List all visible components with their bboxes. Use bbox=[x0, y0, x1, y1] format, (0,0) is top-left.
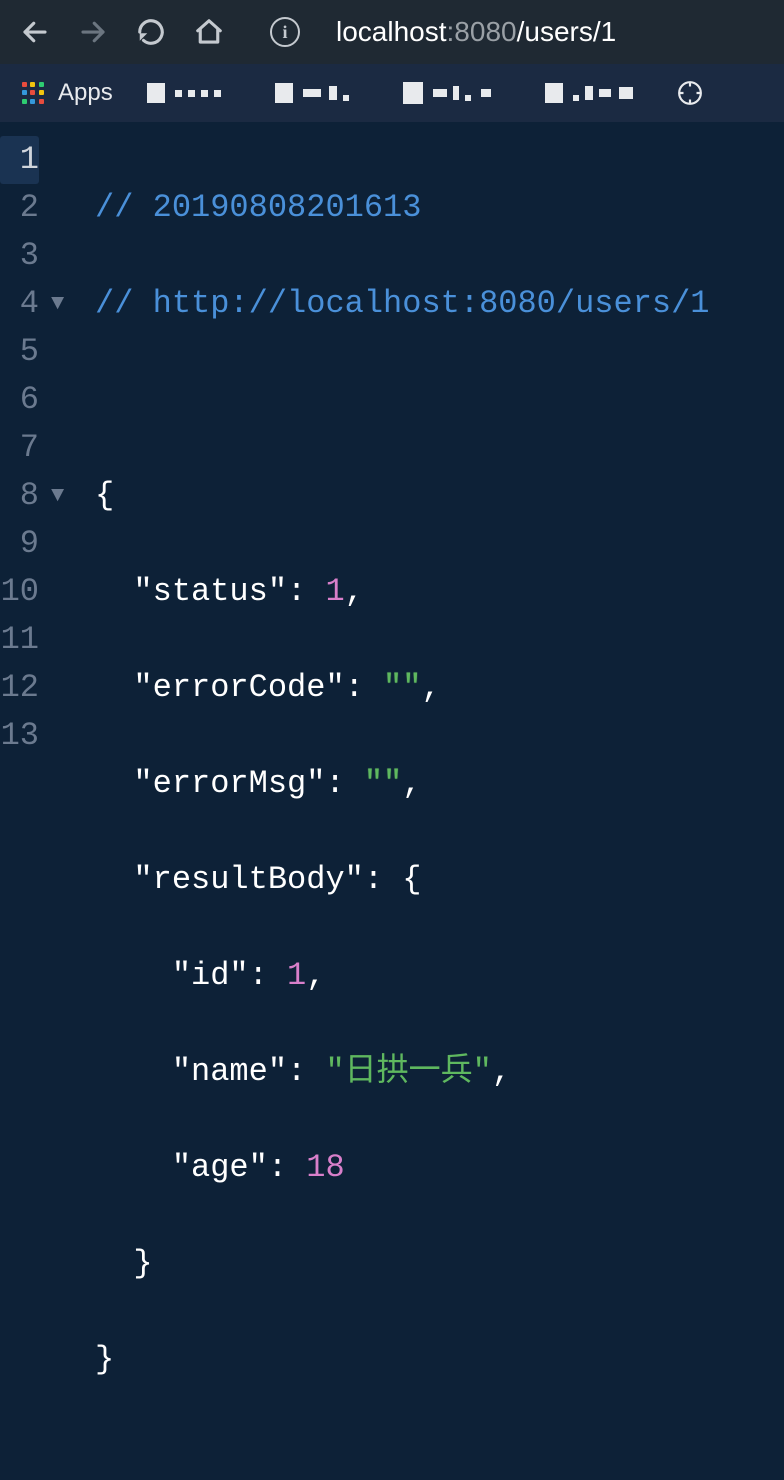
back-button[interactable] bbox=[20, 17, 50, 47]
line-number-gutter: 1 2 3 4 5 6 7 8 9 10 11 12 13 bbox=[0, 136, 47, 1480]
bookmark-item[interactable] bbox=[275, 83, 349, 103]
brace: } bbox=[133, 1245, 152, 1282]
address-bar[interactable]: localhost:8080/users/1 bbox=[336, 16, 616, 48]
bookmark-item[interactable] bbox=[545, 83, 633, 103]
json-number: 1 bbox=[287, 957, 306, 994]
line-number: 8 bbox=[0, 472, 39, 520]
site-info-icon[interactable]: i bbox=[270, 17, 300, 47]
reload-button[interactable] bbox=[136, 17, 166, 47]
forward-button[interactable] bbox=[78, 17, 108, 47]
line-number: 2 bbox=[0, 184, 39, 232]
fold-toggle[interactable]: ▼ bbox=[51, 472, 95, 520]
bookmark-item[interactable] bbox=[147, 83, 221, 103]
line-number: 12 bbox=[0, 664, 39, 712]
line-number: 11 bbox=[0, 616, 39, 664]
line-number: 9 bbox=[0, 520, 39, 568]
line-number: 4 bbox=[0, 280, 39, 328]
json-number: 1 bbox=[325, 573, 344, 610]
line-number: 1 bbox=[0, 136, 39, 184]
json-string: "日拱一兵" bbox=[325, 1053, 491, 1090]
url-path: /users/1 bbox=[517, 16, 617, 47]
browser-toolbar: i localhost:8080/users/1 bbox=[0, 0, 784, 64]
json-key: "status" bbox=[133, 573, 287, 610]
fold-gutter: ▼ ▼ bbox=[47, 136, 95, 1480]
json-key: "name" bbox=[172, 1053, 287, 1090]
json-key: "id" bbox=[172, 957, 249, 994]
comment-line: // http://localhost:8080/users/1 bbox=[95, 285, 710, 322]
line-number: 10 bbox=[0, 568, 39, 616]
comment-line: // 20190808201613 bbox=[95, 189, 421, 226]
url-port: :8080 bbox=[447, 16, 517, 47]
line-number: 7 bbox=[0, 424, 39, 472]
json-viewer: 1 2 3 4 5 6 7 8 9 10 11 12 13 ▼ ▼ // 201… bbox=[0, 122, 784, 1480]
bookmark-item[interactable] bbox=[403, 82, 491, 104]
apps-label[interactable]: Apps bbox=[58, 79, 113, 107]
json-string: " bbox=[364, 765, 383, 802]
bookmark-item[interactable] bbox=[677, 80, 703, 106]
json-string: " bbox=[383, 669, 402, 706]
json-key: "errorMsg" bbox=[133, 765, 325, 802]
line-number: 5 bbox=[0, 328, 39, 376]
url-host: localhost bbox=[336, 16, 447, 47]
brace: { bbox=[402, 861, 421, 898]
apps-icon[interactable] bbox=[22, 82, 44, 104]
fold-toggle[interactable]: ▼ bbox=[51, 280, 95, 328]
brace: { bbox=[95, 477, 114, 514]
json-key: "age" bbox=[172, 1149, 268, 1186]
json-key: "errorCode" bbox=[133, 669, 344, 706]
line-number: 6 bbox=[0, 376, 39, 424]
home-button[interactable] bbox=[194, 17, 224, 47]
code-content[interactable]: // 20190808201613 // http://localhost:80… bbox=[95, 136, 710, 1480]
brace: } bbox=[95, 1341, 114, 1378]
json-key: "resultBody" bbox=[133, 861, 363, 898]
line-number: 3 bbox=[0, 232, 39, 280]
bookmarks-bar: Apps bbox=[0, 64, 784, 122]
json-number: 18 bbox=[306, 1149, 344, 1186]
line-number: 13 bbox=[0, 712, 39, 760]
